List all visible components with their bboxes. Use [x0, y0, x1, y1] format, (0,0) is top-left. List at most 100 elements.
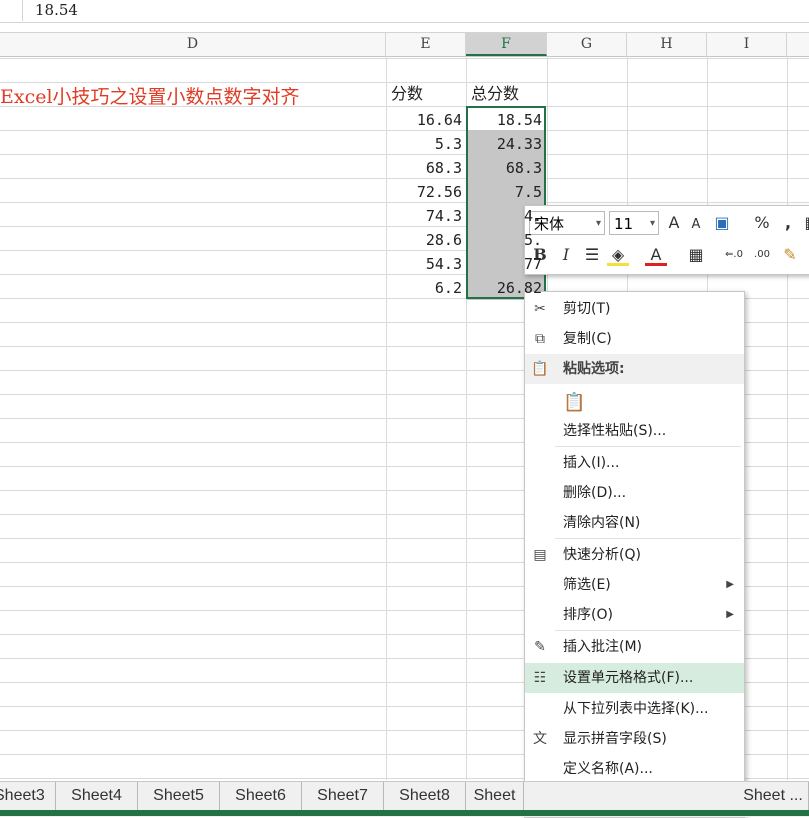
increase-decimal-icon[interactable]: ⇐.0 — [723, 243, 745, 267]
sheet-tab[interactable]: Sheet3 — [0, 782, 56, 810]
menu-item-label: 剪切(T) — [563, 301, 611, 317]
paste-icon: 📋 — [531, 361, 549, 377]
menu-item[interactable]: 插入(I)... — [525, 448, 744, 478]
column-header-f[interactable]: F — [466, 33, 547, 56]
sheet-tab[interactable]: Sheet — [466, 782, 524, 810]
sheet-tab[interactable]: Sheet6 — [220, 782, 302, 810]
menu-item[interactable]: 筛选(E) ▶ — [525, 570, 744, 600]
total-cell[interactable]: 68.3 — [467, 156, 546, 180]
total-cell[interactable]: 77 — [467, 252, 546, 276]
menu-item[interactable]: 选择性粘贴(S)... — [525, 416, 744, 446]
menu-item[interactable]: 从下拉列表中选择(K)... — [525, 694, 744, 724]
menu-item-label: 设置单元格格式(F)... — [563, 670, 694, 686]
submenu-arrow-icon: ▶ — [726, 609, 734, 620]
menu-item[interactable]: ☷ 设置单元格格式(F)... — [525, 663, 744, 693]
menu-item-label: 删除(D)... — [563, 485, 627, 501]
fill-color-icon[interactable]: ◈ — [607, 243, 629, 266]
menu-item-label: 插入批注(M) — [563, 639, 643, 655]
chevron-down-icon: ▾ — [595, 218, 601, 229]
format-painter-icon[interactable]: ✎ — [779, 243, 801, 267]
menu-item-label: 筛选(E) — [563, 577, 611, 593]
pinyin-icon: 文 — [533, 731, 547, 747]
menu-separator — [555, 446, 741, 447]
mini-toolbar: 宋体 ▾ 11 ▾ A A ▣ % , ▦ B I ☰ ◈ A ▦ ⇐.0 .0… — [524, 205, 809, 275]
column-header-e[interactable]: E — [386, 33, 466, 56]
font-color-icon[interactable]: A — [645, 243, 667, 266]
menu-item-label: 显示拼音字段(S) — [563, 731, 667, 747]
menu-item-label: 复制(C) — [563, 331, 612, 347]
chevron-down-icon: ▾ — [649, 218, 655, 229]
menu-item-label: 从下拉列表中选择(K)... — [563, 701, 709, 717]
italic-button[interactable]: I — [555, 243, 577, 267]
align-center-icon[interactable]: ☰ — [581, 243, 603, 267]
score-cell[interactable]: 54.3 — [387, 252, 466, 276]
quick-analysis-icon: ▤ — [533, 547, 547, 563]
menu-item[interactable]: ▤ 快速分析(Q) — [525, 540, 744, 570]
score-cell[interactable]: 72.56 — [387, 180, 466, 204]
score-cell[interactable]: 5.3 — [387, 132, 466, 156]
copy-icon: ⧉ — [535, 331, 545, 347]
sheet-title: Excel小技巧之设置小数点数字对齐 — [0, 86, 300, 108]
score-cell[interactable]: 74.3 — [387, 204, 466, 228]
score-cell[interactable]: 6.2 — [387, 276, 466, 300]
column-header-i[interactable]: I — [707, 33, 787, 56]
total-cell[interactable]: 5. — [467, 228, 546, 252]
score-cell[interactable]: 16.64 — [387, 108, 466, 132]
menu-item[interactable]: 删除(D)... — [525, 478, 744, 508]
total-cell[interactable]: 18.54 — [467, 108, 546, 132]
menu-item-label: 快速分析(Q) — [563, 547, 641, 563]
format-cells-icon: ☷ — [533, 670, 547, 686]
header-score[interactable]: 分数 — [387, 82, 466, 106]
sheet-tab[interactable]: Sheet7 — [302, 782, 384, 810]
score-cell[interactable]: 68.3 — [387, 156, 466, 180]
paste-values-icon: 📋 — [563, 392, 586, 413]
status-strip — [0, 810, 809, 816]
total-cell[interactable]: 24.33 — [467, 132, 546, 156]
accounting-format-icon[interactable]: ▣ — [711, 211, 733, 235]
percent-button[interactable]: % — [751, 211, 773, 235]
menu-item[interactable]: ✎ 插入批注(M) — [525, 632, 744, 662]
context-menu: ✂ 剪切(T) ⧉ 复制(C) 📋 粘贴选项: 📋 选择性粘贴(S)... 插入(I)... 删除… — [524, 291, 745, 818]
decrease-font-button[interactable]: A — [685, 213, 707, 237]
formula-bar: 18.54 — [0, 0, 809, 23]
score-cell[interactable]: 28.6 — [387, 228, 466, 252]
menu-item-label: 清除内容(N) — [563, 515, 641, 531]
formula-input[interactable]: 18.54 — [22, 0, 809, 21]
menu-separator — [555, 630, 741, 631]
menu-item-label: 选择性粘贴(S)... — [563, 423, 667, 439]
menu-item-label: 粘贴选项: — [563, 361, 625, 377]
menu-item[interactable]: 定义名称(A)... — [525, 754, 744, 784]
menu-item[interactable]: ⧉ 复制(C) — [525, 324, 744, 354]
menu-section-paste-options: 📋 粘贴选项: — [525, 354, 744, 384]
column-header-g[interactable]: G — [547, 33, 627, 56]
column-header-h[interactable]: H — [627, 33, 707, 56]
total-cell[interactable]: 4. — [467, 204, 546, 228]
column-headers: D E F G H I — [0, 32, 809, 57]
table-icon[interactable]: ▦ — [801, 211, 809, 235]
menu-item[interactable]: 文显示拼音字段(S) — [525, 724, 744, 754]
decrease-decimal-icon[interactable]: .00 — [751, 243, 773, 267]
header-total[interactable]: 总分数 — [467, 82, 546, 106]
menu-item-label: 排序(O) — [563, 607, 613, 623]
submenu-arrow-icon: ▶ — [726, 579, 734, 590]
menu-item-label: 定义名称(A)... — [563, 761, 653, 777]
total-cell[interactable]: 7.5 — [467, 180, 546, 204]
menu-item[interactable]: ✂ 剪切(T) — [525, 294, 744, 324]
font-size-select[interactable]: 11 ▾ — [609, 211, 659, 235]
menu-item[interactable]: 排序(O) ▶ — [525, 600, 744, 630]
comment-icon: ✎ — [534, 639, 546, 655]
borders-icon[interactable]: ▦ — [685, 243, 707, 267]
menu-item-label: 插入(I)... — [563, 455, 620, 471]
total-cell[interactable]: 26.82 — [467, 276, 546, 300]
sheet-tab[interactable]: Sheet8 — [384, 782, 466, 810]
column-header-d[interactable]: D — [0, 33, 386, 56]
scissors-icon: ✂ — [534, 301, 546, 317]
comma-style-icon[interactable]: , — [777, 211, 799, 235]
menu-item[interactable]: 清除内容(N) — [525, 508, 744, 538]
increase-font-button[interactable]: A — [663, 211, 685, 235]
paste-option-keep-text[interactable]: 📋 — [525, 384, 744, 416]
font-size-value: 11 — [614, 215, 634, 233]
sheet-tab[interactable]: Sheet5 — [138, 782, 220, 810]
sheet-tab[interactable]: Sheet ... — [738, 782, 809, 810]
sheet-tab[interactable]: Sheet4 — [56, 782, 138, 810]
